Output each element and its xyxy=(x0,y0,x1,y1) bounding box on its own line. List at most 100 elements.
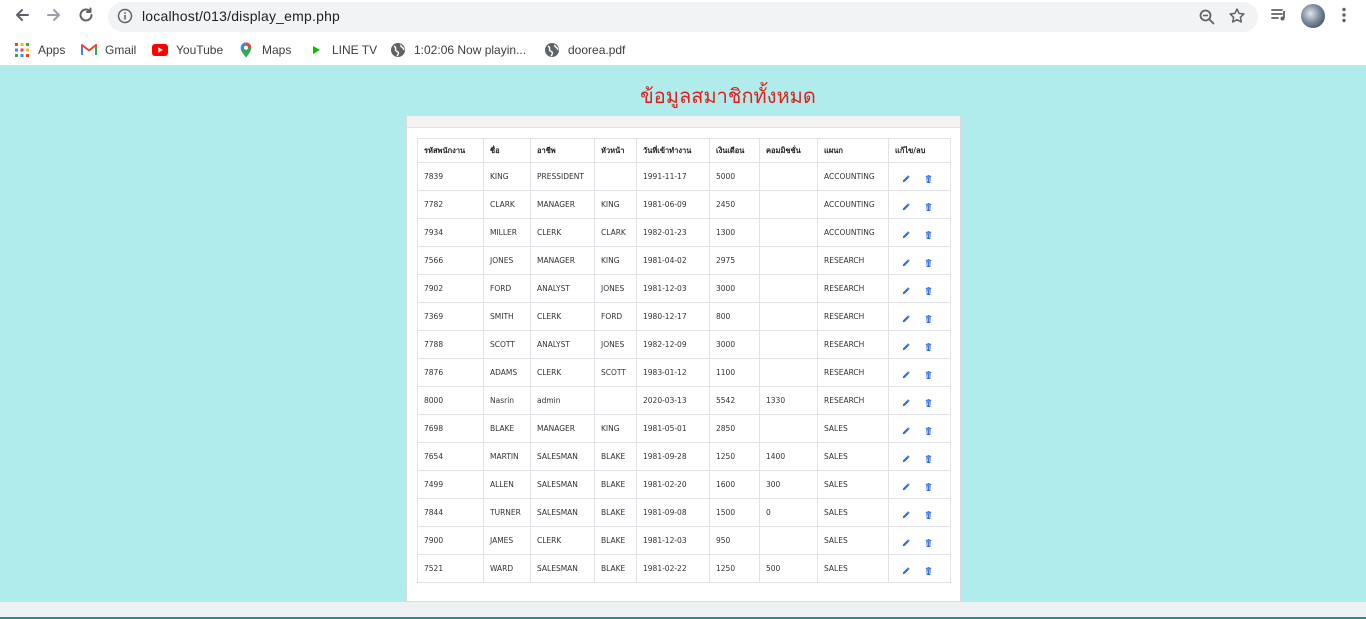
cell-name: JONES xyxy=(483,246,531,275)
cell-commission xyxy=(759,190,818,219)
pencil-icon[interactable] xyxy=(901,286,911,296)
browser-toolbar: localhost/013/display_emp.php xyxy=(0,0,1366,34)
table-row: 7900 JAMES CLERK BLAKE 1981-12-03 950 SALES xyxy=(417,526,951,555)
col-header-hire-date[interactable]: วันที่เข้าทำงาน xyxy=(636,138,710,163)
col-header-department[interactable]: แผนก xyxy=(817,138,889,163)
trash-icon[interactable] xyxy=(923,426,933,436)
globe-icon xyxy=(544,42,560,58)
back-button[interactable] xyxy=(10,5,34,29)
kebab-menu-icon[interactable] xyxy=(1336,6,1352,28)
col-header-name[interactable]: ชื่อ xyxy=(483,138,531,163)
cell-department: ACCOUNTING xyxy=(817,218,889,247)
bookmark-now-playing[interactable]: 1:02:06 Now playin... xyxy=(390,40,526,60)
cell-actions xyxy=(888,330,951,359)
col-header-salary[interactable]: เงินเดือน xyxy=(709,138,760,163)
address-bar[interactable]: localhost/013/display_emp.php xyxy=(108,2,1258,32)
col-header-job[interactable]: อาชีพ xyxy=(530,138,595,163)
trash-icon[interactable] xyxy=(923,510,933,520)
cell-emp-id: 7876 xyxy=(417,358,484,387)
trash-icon[interactable] xyxy=(923,230,933,240)
pencil-icon[interactable] xyxy=(901,230,911,240)
cell-manager: CLARK xyxy=(594,218,637,247)
cell-job: PRESSIDENT xyxy=(530,162,595,191)
trash-icon[interactable] xyxy=(923,398,933,408)
cell-salary: 3000 xyxy=(709,274,760,303)
pencil-icon[interactable] xyxy=(901,482,911,492)
trash-icon[interactable] xyxy=(923,482,933,492)
bookmark-gmail[interactable]: Gmail xyxy=(81,40,136,60)
line-tv-icon xyxy=(308,42,324,58)
employee-table: รหัสพนักงาน ชื่อ อาชีพ หัวหน้า วันที่เข้… xyxy=(417,138,951,583)
cell-job: SALESMAN xyxy=(530,470,595,499)
cell-job: CLERK xyxy=(530,526,595,555)
pencil-icon[interactable] xyxy=(901,202,911,212)
pencil-icon[interactable] xyxy=(901,314,911,324)
bookmark-label: 1:02:06 Now playin... xyxy=(414,43,527,57)
cell-emp-id: 7521 xyxy=(417,554,484,583)
trash-icon[interactable] xyxy=(923,342,933,352)
cell-commission xyxy=(759,302,818,331)
trash-icon[interactable] xyxy=(923,286,933,296)
cell-salary: 5000 xyxy=(709,162,760,191)
trash-icon[interactable] xyxy=(923,314,933,324)
trash-icon[interactable] xyxy=(923,174,933,184)
cell-name: SCOTT xyxy=(483,330,531,359)
cell-commission xyxy=(759,274,818,303)
trash-icon[interactable] xyxy=(923,258,933,268)
col-header-manager[interactable]: หัวหน้า xyxy=(594,138,637,163)
pencil-icon[interactable] xyxy=(901,398,911,408)
cell-actions xyxy=(888,302,951,331)
pencil-icon[interactable] xyxy=(901,538,911,548)
bookmark-doorea-pdf[interactable]: doorea.pdf xyxy=(544,40,625,60)
cell-department: RESEARCH xyxy=(817,358,889,387)
bookmark-star-icon[interactable] xyxy=(1228,7,1246,29)
url-text[interactable]: localhost/013/display_emp.php xyxy=(142,8,340,24)
pencil-icon[interactable] xyxy=(901,566,911,576)
bookmark-line-tv[interactable]: LINE TV xyxy=(308,40,377,60)
media-control-icon[interactable] xyxy=(1270,6,1288,28)
cell-department: RESEARCH xyxy=(817,386,889,415)
pencil-icon[interactable] xyxy=(901,370,911,380)
apps-grid-icon xyxy=(14,42,30,58)
table-row: 7521 WARD SALESMAN BLAKE 1981-02-22 1250 500 SA… xyxy=(417,554,951,583)
cell-department: SALES xyxy=(817,470,889,499)
cell-commission xyxy=(759,330,818,359)
cell-salary: 800 xyxy=(709,302,760,331)
table-row: 7566 JONES MANAGER KING 1981-04-02 2975 RESEAR… xyxy=(417,246,951,275)
col-header-actions[interactable]: แก้ไข/ลบ xyxy=(888,138,951,163)
cell-job: ANALYST xyxy=(530,274,595,303)
pencil-icon[interactable] xyxy=(901,426,911,436)
pencil-icon[interactable] xyxy=(901,174,911,184)
table-row: 7902 FORD ANALYST JONES 1981-12-03 3000 RESEAR… xyxy=(417,274,951,303)
pencil-icon[interactable] xyxy=(901,342,911,352)
cell-salary: 1600 xyxy=(709,470,760,499)
cell-salary: 2850 xyxy=(709,414,760,443)
bookmark-label: LINE TV xyxy=(332,43,378,57)
profile-avatar[interactable] xyxy=(1301,4,1325,28)
cell-job: SALESMAN xyxy=(530,554,595,583)
zoom-icon[interactable] xyxy=(1198,8,1216,30)
table-row: 7934 MILLER CLERK CLARK 1982-01-23 1300 ACCOUN… xyxy=(417,218,951,247)
col-header-emp-id[interactable]: รหัสพนักงาน xyxy=(417,138,484,163)
bookmark-youtube[interactable]: YouTube xyxy=(152,40,223,60)
reload-button[interactable] xyxy=(74,5,98,29)
trash-icon[interactable] xyxy=(923,454,933,464)
trash-icon[interactable] xyxy=(923,202,933,212)
pencil-icon[interactable] xyxy=(901,510,911,520)
cell-actions xyxy=(888,190,951,219)
cell-hire-date: 1991-11-17 xyxy=(636,162,710,191)
bookmark-maps[interactable]: Maps xyxy=(238,40,291,60)
site-info-icon[interactable] xyxy=(117,8,133,28)
cell-commission: 300 xyxy=(759,470,818,499)
col-header-commission[interactable]: คอมมิชชั่น xyxy=(759,138,818,163)
cell-job: ANALYST xyxy=(530,330,595,359)
trash-icon[interactable] xyxy=(923,566,933,576)
pencil-icon[interactable] xyxy=(901,258,911,268)
trash-icon[interactable] xyxy=(923,538,933,548)
trash-icon[interactable] xyxy=(923,370,933,380)
forward-button[interactable] xyxy=(42,5,66,29)
cell-actions xyxy=(888,274,951,303)
bookmark-apps[interactable]: Apps xyxy=(14,40,65,60)
table-row: 7839 KING PRESSIDENT 1991-11-17 5000 ACCOUNTI… xyxy=(417,162,951,191)
pencil-icon[interactable] xyxy=(901,454,911,464)
